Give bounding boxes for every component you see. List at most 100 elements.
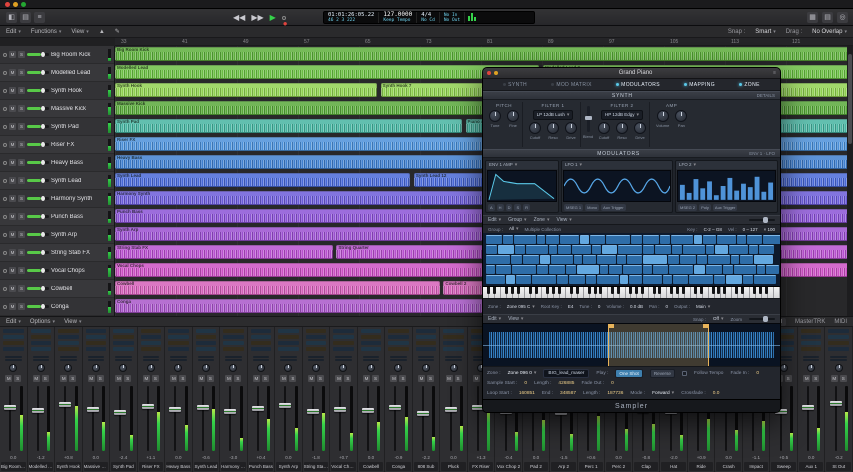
lfo2-select[interactable]: LFO 2 — [679, 162, 696, 168]
track-volume-slider[interactable] — [27, 107, 49, 110]
record-enable-button[interactable] — [3, 89, 7, 93]
lcd-signature-section[interactable]: 4/4 No Cd — [417, 12, 440, 23]
solo-button[interactable]: S — [399, 375, 406, 382]
send-slot[interactable] — [445, 359, 462, 361]
zone-cell[interactable] — [655, 245, 671, 254]
track-volume-slider[interactable] — [27, 143, 49, 146]
volume-fader[interactable] — [307, 409, 319, 414]
zone-cell[interactable] — [586, 275, 596, 284]
insert-slot[interactable] — [196, 341, 217, 345]
zone-cell[interactable] — [731, 255, 739, 264]
zone-cell[interactable] — [486, 275, 505, 284]
mute-button[interactable]: M — [198, 375, 205, 382]
fade-in-field[interactable]: 0 — [756, 371, 759, 376]
insert-slot[interactable] — [251, 329, 272, 333]
piano-black-key[interactable] — [570, 287, 573, 294]
send-slot[interactable] — [115, 356, 132, 358]
mute-button[interactable]: M — [60, 375, 67, 382]
pan-knob[interactable] — [119, 364, 127, 372]
zone-cell[interactable] — [577, 265, 599, 274]
insert-slot[interactable] — [828, 341, 849, 345]
zone-cell[interactable] — [597, 275, 619, 284]
zone-cell[interactable] — [740, 255, 753, 264]
zone-view-menu[interactable]: View — [508, 316, 523, 322]
mixer-channel-strip[interactable]: MS0.0Aux 1 — [798, 327, 826, 472]
env1-param-a[interactable]: A — [488, 204, 495, 211]
ruler-bar-number[interactable]: 73 — [426, 39, 432, 45]
pan-knob[interactable] — [229, 364, 237, 372]
lfo2-poly-button[interactable]: Poly — [699, 204, 711, 211]
zone-cell[interactable] — [574, 255, 582, 264]
zone-cell[interactable] — [668, 255, 679, 264]
send-slot[interactable] — [830, 356, 847, 358]
solo-button[interactable]: S — [42, 375, 49, 382]
zone-cell[interactable] — [486, 255, 510, 264]
mute-button[interactable]: M — [143, 375, 150, 382]
volume-fader[interactable] — [59, 402, 71, 407]
mute-button[interactable]: M — [9, 87, 16, 94]
zone-cell[interactable] — [660, 235, 670, 244]
zone-cell[interactable] — [643, 245, 654, 254]
key-range-value[interactable]: C-2 – G8 — [704, 227, 722, 232]
insert-slot[interactable] — [223, 335, 244, 339]
insert-slot[interactable] — [443, 341, 464, 345]
pan-knob[interactable] — [284, 364, 292, 372]
zone-cell[interactable] — [743, 275, 753, 284]
send-slot[interactable] — [198, 356, 215, 358]
zone-cell[interactable] — [643, 265, 652, 274]
loop-start-marker[interactable] — [609, 324, 614, 328]
slider-handle[interactable] — [41, 232, 45, 237]
mute-button[interactable]: M — [335, 375, 342, 382]
volume-fader[interactable] — [197, 405, 209, 410]
volume-fader[interactable] — [362, 408, 374, 413]
track-volume-slider[interactable] — [27, 233, 49, 236]
send-slot[interactable] — [5, 356, 22, 358]
piano-black-key[interactable] — [723, 287, 726, 294]
insert-slot[interactable] — [3, 347, 24, 351]
mute-button[interactable]: M — [390, 375, 397, 382]
send-slot[interactable] — [33, 359, 50, 361]
send-slot[interactable] — [335, 359, 352, 361]
solo-button[interactable]: S — [207, 375, 214, 382]
length2-field[interactable]: 187736 — [607, 391, 623, 396]
send-slot[interactable] — [335, 356, 352, 358]
mute-button[interactable]: M — [115, 375, 122, 382]
zone-cell[interactable] — [618, 245, 642, 254]
insert-slot[interactable] — [828, 335, 849, 339]
mute-button[interactable]: M — [9, 285, 16, 292]
pan-knob[interactable] — [202, 364, 210, 372]
zone-cell[interactable] — [653, 265, 668, 274]
plugin-title-bar[interactable]: Grand Piano ≡ — [483, 68, 780, 79]
zone-cell[interactable] — [683, 245, 705, 254]
lfo1-aux-trigger-button[interactable]: Aux Trigger — [601, 204, 625, 211]
track-header[interactable]: MSHeavy Bass — [0, 154, 114, 172]
zone-cell[interactable] — [583, 255, 596, 264]
piano-black-key[interactable] — [617, 287, 620, 294]
insert-slot[interactable] — [361, 341, 382, 345]
mixer-channel-strip[interactable]: MS+0.8Synth Hook — [55, 327, 83, 472]
mixer-channel-strip[interactable]: MS0.0Massive Kick — [83, 327, 111, 472]
piano-black-key[interactable] — [546, 287, 549, 294]
zone-cell[interactable] — [673, 275, 688, 284]
pan-knob[interactable] — [339, 364, 347, 372]
pan-knob[interactable] — [450, 364, 458, 372]
piano-black-key[interactable] — [694, 287, 697, 294]
mute-button[interactable]: M — [280, 375, 287, 382]
pan-knob[interactable] — [37, 364, 45, 372]
audio-region[interactable]: Cowbell — [115, 281, 440, 295]
insert-slot[interactable] — [168, 347, 189, 351]
solo-button[interactable]: S — [97, 375, 104, 382]
zone-cell[interactable] — [590, 235, 605, 244]
audio-region[interactable]: Synth Lead — [115, 173, 410, 187]
zone-cell[interactable] — [537, 265, 548, 274]
piano-black-key[interactable] — [741, 287, 744, 294]
insert-slot[interactable] — [3, 335, 24, 339]
close-window-button[interactable] — [5, 2, 10, 7]
zone-cell[interactable] — [697, 255, 707, 264]
sample-start-field[interactable]: 0 — [524, 381, 527, 386]
zone-cell[interactable] — [549, 245, 557, 254]
zone-cell[interactable] — [671, 235, 693, 244]
volume-fader[interactable] — [169, 407, 181, 412]
zone-cell[interactable] — [537, 235, 545, 244]
track-header[interactable]: MSSynth Pad — [0, 118, 114, 136]
